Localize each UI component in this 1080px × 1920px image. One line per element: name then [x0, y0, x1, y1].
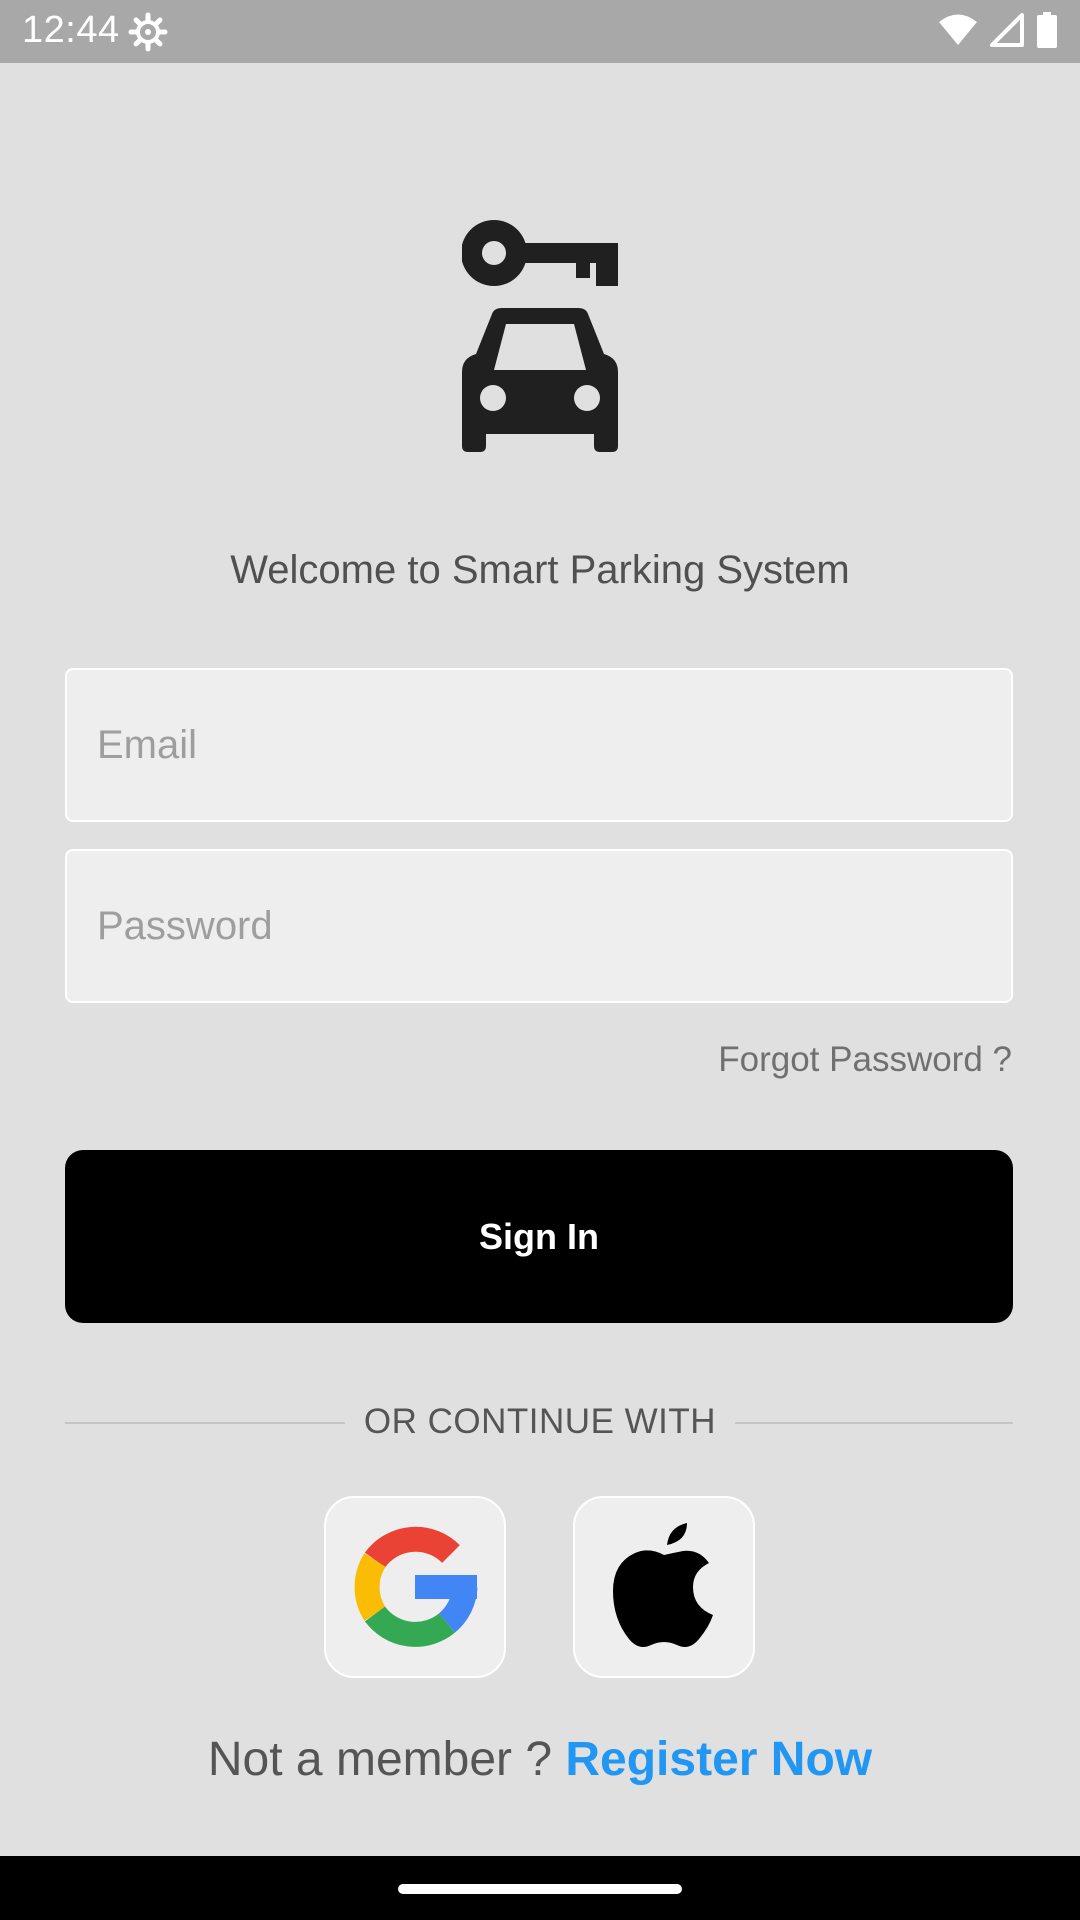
home-indicator[interactable] — [398, 1884, 682, 1894]
wifi-icon — [939, 14, 977, 45]
sign-in-button[interactable]: Sign In — [65, 1150, 1013, 1323]
register-now-link[interactable]: Register Now — [565, 1733, 872, 1786]
password-field[interactable] — [67, 851, 1011, 1001]
signal-icon — [990, 13, 1024, 47]
car-key-icon — [462, 220, 618, 452]
settings-icon — [128, 12, 168, 52]
google-sign-in-button[interactable] — [324, 1496, 506, 1678]
status-icons — [938, 12, 1058, 48]
google-icon — [354, 1526, 478, 1647]
sign-in-label: Sign In — [479, 1215, 599, 1257]
battery-icon — [1037, 12, 1057, 48]
password-field-container — [65, 849, 1013, 1003]
register-row: Not a member ? Register Now — [0, 1732, 1080, 1787]
apple-icon — [613, 1523, 713, 1647]
email-field[interactable] — [67, 670, 1011, 820]
apple-sign-in-button[interactable] — [573, 1496, 755, 1678]
welcome-text: Welcome to Smart Parking System — [230, 548, 850, 592]
status-bar: 12:44 — [0, 0, 1080, 63]
forgot-password-link[interactable]: Forgot Password ? — [718, 1040, 1012, 1080]
email-field-container — [65, 668, 1013, 822]
status-time: 12:44 — [22, 9, 120, 51]
divider-right — [735, 1422, 1013, 1424]
register-prompt: Not a member ? — [207, 1733, 553, 1786]
